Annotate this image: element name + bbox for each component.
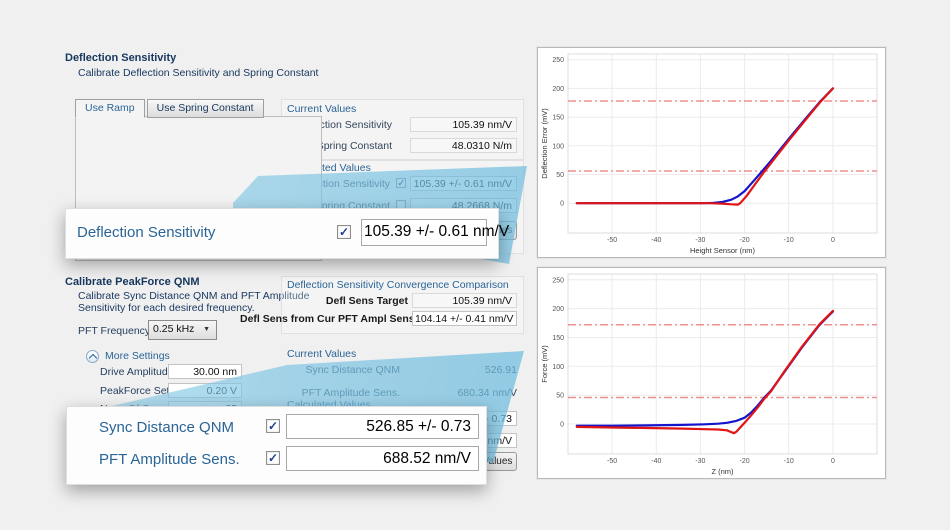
tab-use-spring-constant[interactable]: Use Spring Constant bbox=[147, 99, 264, 118]
svg-text:-10: -10 bbox=[784, 458, 794, 465]
deflection-panel-title: Deflection Sensitivity bbox=[65, 52, 176, 64]
calc-defl-sens-value: 105.39 +/- 0.61 nm/V bbox=[410, 176, 517, 191]
svg-text:-20: -20 bbox=[740, 237, 750, 244]
svg-text:250: 250 bbox=[552, 57, 564, 64]
pft-ampl-sens-label: PFT Amplitude Sens. bbox=[280, 387, 400, 399]
deflection-error-chart-card: 0 50 100 150 200 250 -50 -40 -30 -20 -10 0 Height Se… bbox=[537, 47, 886, 258]
svg-text:Deflection Error (mV): Deflection Error (mV) bbox=[540, 108, 549, 179]
svg-text:250: 250 bbox=[552, 277, 564, 284]
tab-use-ramp[interactable]: Use Ramp bbox=[75, 99, 145, 118]
defl-sens-target-label: Defl Sens Target bbox=[240, 295, 408, 307]
force-chart: 0 50 100 150 200 250 -50 -40 -30 -20 -10 0 Z (nm) For… bbox=[538, 268, 885, 478]
svg-text:-40: -40 bbox=[651, 458, 661, 465]
svg-text:-50: -50 bbox=[607, 237, 617, 244]
drive-amplitude-label: Drive Amplitude: bbox=[100, 366, 176, 378]
svg-text:-40: -40 bbox=[651, 237, 661, 244]
svg-text:0: 0 bbox=[560, 422, 564, 429]
pft-frequency-dropdown[interactable]: 0.25 kHz ▼ bbox=[148, 320, 217, 340]
callout-sync-distance-value: 526.85 +/- 0.73 bbox=[286, 414, 479, 439]
deflection-sensitivity-callout: Deflection Sensitivity 105.39 +/- 0.61 n… bbox=[65, 208, 499, 259]
callout-sync-distance-label: Sync Distance QNM bbox=[99, 419, 234, 436]
current-spring-constant-value: 48.0310 N/m bbox=[410, 138, 517, 153]
deflection-error-chart: 0 50 100 150 200 250 -50 -40 -30 -20 -10 0 Height Se… bbox=[538, 48, 885, 257]
svg-text:100: 100 bbox=[552, 143, 564, 150]
defl-sens-from-cur-value: 104.14 +/- 0.41 nm/V bbox=[412, 311, 517, 326]
callout-pft-ampl-label: PFT Amplitude Sens. bbox=[99, 451, 240, 468]
qnm-panel-title: Calibrate PeakForce QNM bbox=[65, 276, 200, 288]
qnm-panel-subtitle-2: Sensitivity for each desired frequency. bbox=[78, 302, 255, 314]
sync-distance-label: Sync Distance QNM bbox=[280, 364, 400, 376]
chevron-down-icon: ▼ bbox=[203, 326, 210, 333]
force-chart-card: 0 50 100 150 200 250 -50 -40 -30 -20 -10 0 Z (nm) For… bbox=[537, 267, 886, 479]
defl-sens-from-cur-label: Defl Sens from Cur PFT Ampl Sens bbox=[240, 313, 408, 325]
svg-text:-20: -20 bbox=[740, 458, 750, 465]
qnm-callout: Sync Distance QNM 526.85 +/- 0.73 PFT Am… bbox=[66, 406, 487, 485]
svg-text:Z (nm): Z (nm) bbox=[711, 467, 734, 476]
ramp-tab-bar: Use RampUse Spring Constant bbox=[75, 98, 266, 118]
svg-text:Height Sensor (nm): Height Sensor (nm) bbox=[690, 246, 756, 255]
svg-text:50: 50 bbox=[556, 172, 564, 179]
callout-sync-distance-checkbox[interactable] bbox=[266, 419, 280, 433]
sync-distance-value: 526.91 bbox=[410, 364, 517, 376]
current-values-header: Current Values bbox=[287, 103, 356, 115]
deflection-panel-subtitle: Calibrate Deflection Sensitivity and Spr… bbox=[78, 67, 318, 79]
callout-pft-ampl-checkbox[interactable] bbox=[266, 451, 280, 465]
svg-text:-30: -30 bbox=[695, 237, 705, 244]
calibration-screen: Deflection Sensitivity Calibrate Deflect… bbox=[0, 0, 950, 530]
svg-text:100: 100 bbox=[552, 364, 564, 371]
convergence-header: Deflection Sensitivity Convergence Compa… bbox=[287, 279, 509, 291]
current-defl-sens-value: 105.39 nm/V bbox=[410, 117, 517, 132]
svg-text:Force (mV): Force (mV) bbox=[540, 345, 549, 383]
svg-text:150: 150 bbox=[552, 115, 564, 122]
callout-defl-sens-checkbox[interactable] bbox=[337, 225, 351, 239]
defl-sens-target-value: 105.39 nm/V bbox=[412, 293, 517, 308]
svg-text:200: 200 bbox=[552, 86, 564, 93]
svg-text:0: 0 bbox=[831, 237, 835, 244]
svg-text:0: 0 bbox=[560, 201, 564, 208]
qnm-more-settings-toggle[interactable]: More Settings bbox=[105, 350, 170, 362]
svg-text:50: 50 bbox=[556, 393, 564, 400]
svg-text:-30: -30 bbox=[695, 458, 705, 465]
collapse-icon[interactable] bbox=[86, 350, 99, 363]
calc-defl-sens-checkbox[interactable] bbox=[396, 178, 406, 188]
svg-text:150: 150 bbox=[552, 335, 564, 342]
callout-pft-ampl-value: 688.52 nm/V bbox=[286, 446, 479, 471]
peakforce-setpoint-input[interactable]: 0.20 V bbox=[168, 383, 242, 398]
svg-text:-10: -10 bbox=[784, 237, 794, 244]
svg-text:0: 0 bbox=[831, 458, 835, 465]
pft-ampl-sens-value: 680.34 nm/V bbox=[410, 387, 517, 399]
qnm-current-values-header: Current Values bbox=[287, 348, 356, 360]
callout-defl-sens-label: Deflection Sensitivity bbox=[77, 224, 215, 241]
svg-text:-50: -50 bbox=[607, 458, 617, 465]
svg-text:200: 200 bbox=[552, 306, 564, 313]
drive-amplitude-input[interactable]: 30.00 nm bbox=[168, 364, 242, 379]
callout-defl-sens-value: 105.39 +/- 0.61 nm/V bbox=[361, 219, 487, 246]
pft-frequency-label: PFT Frequency: bbox=[78, 325, 153, 337]
pft-frequency-value: 0.25 kHz bbox=[153, 323, 194, 335]
